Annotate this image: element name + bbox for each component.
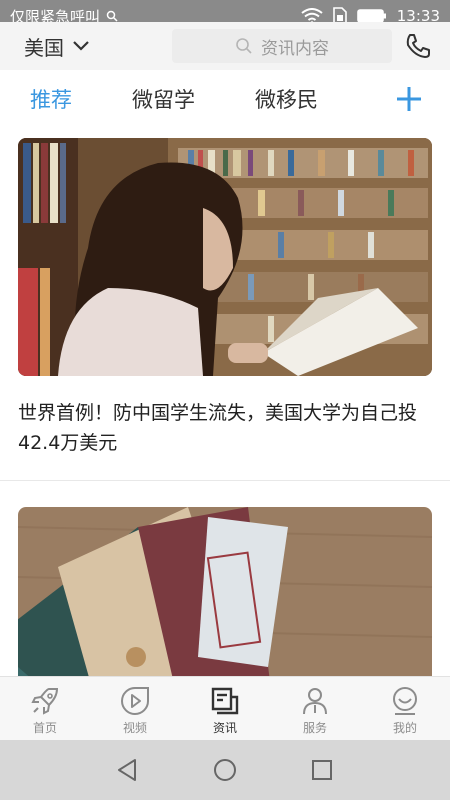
phone-icon <box>406 34 430 58</box>
rocket-icon <box>31 688 59 715</box>
country-label: 美国 <box>24 35 64 60</box>
chevron-down-icon <box>73 41 89 51</box>
news-image-library <box>18 138 432 376</box>
tab-study-abroad[interactable]: 微留学 <box>132 84 195 114</box>
news-card[interactable]: 世界首例！防中国学生流失，美国大学为自己投42.4万美元 <box>0 128 450 480</box>
news-feed: 世界首例！防中国学生流失，美国大学为自己投42.4万美元 <box>0 128 450 676</box>
nav-profile-label: 我的 <box>392 721 417 735</box>
nav-home-label: 首页 <box>32 721 57 735</box>
nav-news-label: 资讯 <box>212 721 237 735</box>
search-icon <box>236 38 252 54</box>
home-icon[interactable] <box>212 757 238 783</box>
search-placeholder: 资讯内容 <box>261 38 329 59</box>
smile-icon <box>393 687 417 715</box>
recents-icon[interactable] <box>309 757 335 783</box>
app-header: 美国 资讯内容 <box>0 22 450 70</box>
bottom-navigation: 首页 视频 资讯 服务 我的 <box>0 676 450 740</box>
search-small-icon <box>106 10 118 22</box>
news-card[interactable] <box>0 481 450 676</box>
tab-immigration[interactable]: 微移民 <box>255 84 318 114</box>
country-selector[interactable]: 美国 <box>24 32 144 61</box>
nav-profile[interactable]: 我的 <box>360 677 450 740</box>
news-title: 世界首例！防中国学生流失，美国大学为自己投42.4万美元 <box>18 402 418 454</box>
nav-service[interactable]: 服务 <box>270 677 360 740</box>
tab-recommend[interactable]: 推荐 <box>30 84 72 114</box>
add-tab-icon[interactable] <box>394 84 424 114</box>
nav-home[interactable]: 首页 <box>0 677 90 740</box>
library-photo <box>18 138 432 376</box>
news-image-envelopes <box>18 507 432 676</box>
system-navigation-bar <box>0 740 450 800</box>
play-icon <box>121 687 149 715</box>
search-box[interactable]: 资讯内容 <box>172 29 392 63</box>
back-icon[interactable] <box>115 757 141 783</box>
phone-button[interactable] <box>402 30 434 62</box>
envelopes-photo <box>18 507 432 676</box>
nav-video[interactable]: 视频 <box>90 677 180 740</box>
person-icon <box>303 688 327 715</box>
category-tabs: 推荐 微留学 微移民 <box>0 72 450 126</box>
nav-news[interactable]: 资讯 <box>180 677 270 740</box>
news-icon <box>211 687 239 715</box>
nav-service-label: 服务 <box>302 721 327 735</box>
nav-video-label: 视频 <box>122 721 147 735</box>
